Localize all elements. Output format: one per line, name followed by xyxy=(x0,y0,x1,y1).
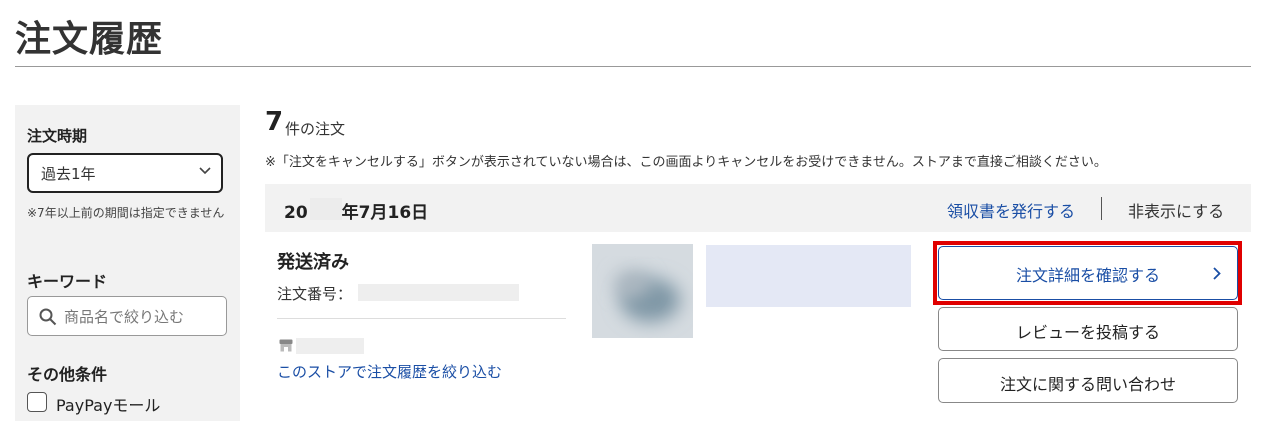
filter-by-store-link[interactable]: このストアで注文履歴を絞り込む xyxy=(277,361,502,382)
period-heading: 注文時期 xyxy=(27,127,88,145)
keyword-placeholder: 商品名で絞り込む xyxy=(64,308,185,326)
order-count-label: 件の注文 xyxy=(285,120,346,138)
period-select-value: 過去1年 xyxy=(41,165,96,183)
order-number-redaction xyxy=(358,284,519,301)
date-redaction xyxy=(310,198,342,220)
keyword-search-input[interactable]: 商品名で絞り込む xyxy=(27,296,227,336)
filter-sidebar: 注文時期 過去1年 ※7年以上前の期間は指定できません キーワード 商品名で絞り… xyxy=(15,105,240,421)
paypay-mall-label[interactable]: PayPayモール xyxy=(56,392,160,416)
chevron-right-icon xyxy=(1213,267,1221,280)
title-divider xyxy=(15,66,1251,67)
store-name-redaction xyxy=(296,338,364,354)
period-note: ※7年以上前の期間は指定できません xyxy=(27,206,225,220)
order-details-label: 注文詳細を確認する xyxy=(1015,266,1160,285)
header-divider xyxy=(1101,197,1102,220)
order-info-divider xyxy=(277,318,566,319)
other-conditions-heading: その他条件 xyxy=(27,365,108,384)
page-title: 注文履歴 xyxy=(15,19,164,60)
order-details-button[interactable]: 注文詳細を確認する xyxy=(938,246,1238,300)
product-thumbnail[interactable] xyxy=(592,244,693,338)
order-count: 7 xyxy=(265,107,284,137)
cancel-notice: ※「注文をキャンセルする」ボタンが表示されていない場合は、この画面よりキャンセル… xyxy=(265,155,1107,170)
keyword-heading: キーワード xyxy=(27,272,108,291)
shipping-status: 発送済み xyxy=(277,252,349,273)
issue-receipt-link[interactable]: 領収書を発行する xyxy=(947,198,1075,222)
store-icon xyxy=(279,339,293,352)
product-image xyxy=(592,244,693,338)
write-review-button[interactable]: レビューを投稿する xyxy=(938,307,1238,351)
hide-order-button[interactable]: 非表示にする xyxy=(1128,198,1224,222)
order-date: 20 年7月16日 xyxy=(284,203,429,223)
search-icon xyxy=(39,308,57,326)
order-inquiry-button[interactable]: 注文に関する問い合わせ xyxy=(938,358,1238,403)
product-name-redaction[interactable] xyxy=(706,245,911,307)
paypay-mall-checkbox[interactable] xyxy=(27,392,47,412)
order-number-label: 注文番号： xyxy=(277,285,353,303)
order-header: 20 年7月16日 領収書を発行する 非表示にする xyxy=(265,184,1251,232)
chevron-down-icon xyxy=(199,167,211,175)
period-select[interactable]: 過去1年 xyxy=(27,153,223,193)
